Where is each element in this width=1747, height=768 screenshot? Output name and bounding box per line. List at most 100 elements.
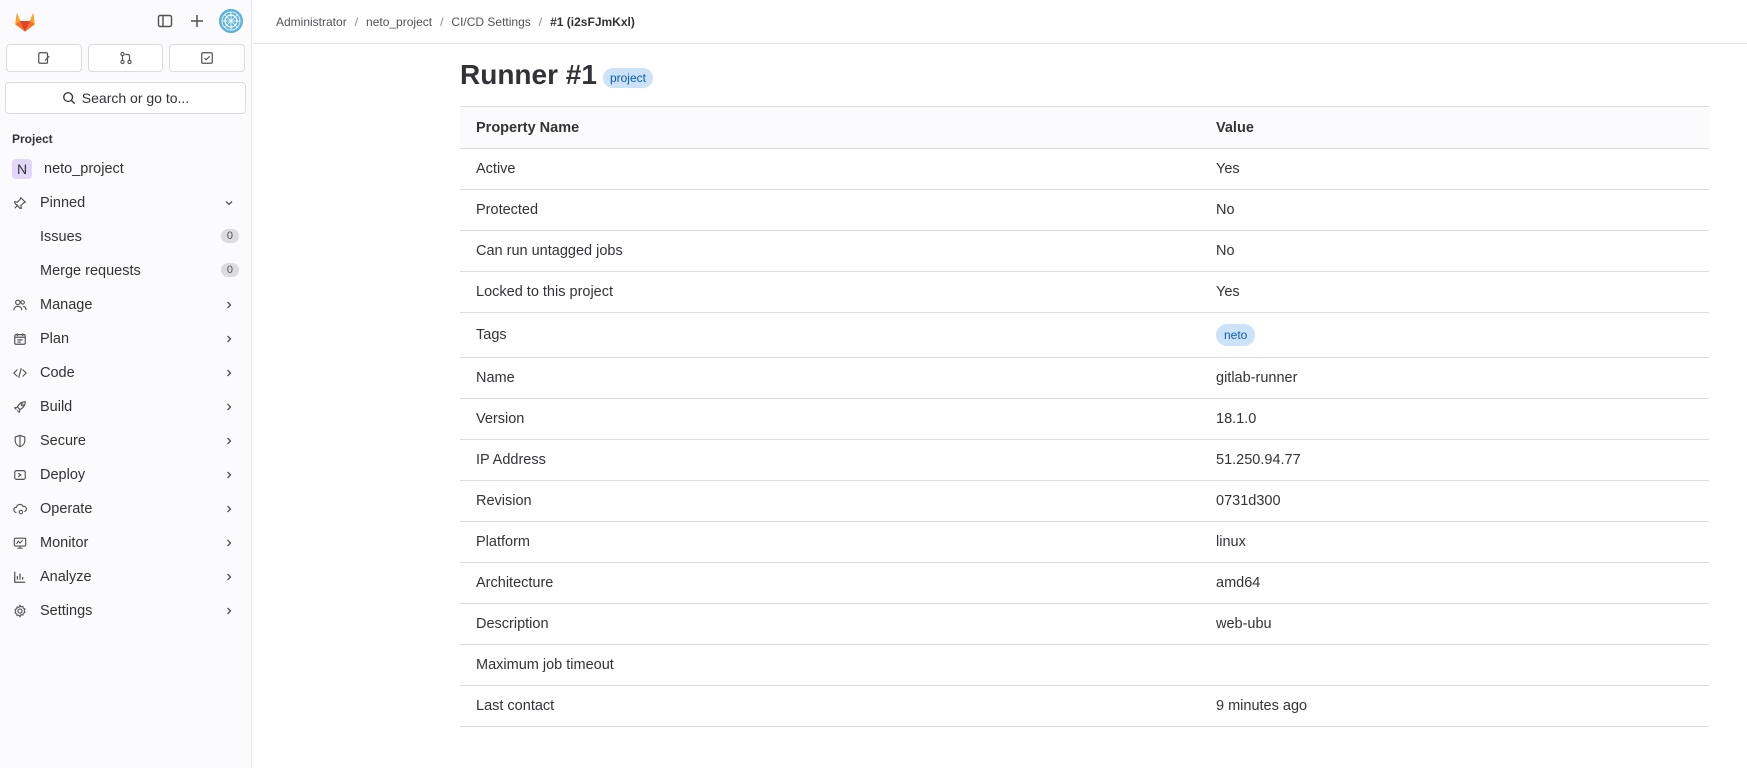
merge-requests-count-badge: 0 (220, 263, 239, 277)
monitor-icon (12, 535, 28, 551)
property-value: amd64 (1200, 562, 1709, 604)
assigned-issues-button[interactable] (6, 44, 82, 72)
merge-requests-button[interactable] (87, 44, 164, 72)
table-row: Maximum job timeout (460, 644, 1709, 686)
table-row: Architecture amd64 (460, 562, 1709, 604)
breadcrumb-project[interactable]: neto_project (366, 15, 432, 29)
chart-icon (12, 569, 28, 585)
breadcrumb: Administrator / neto_project / CI/CD Set… (253, 0, 1747, 44)
table-row: Locked to this project Yes (460, 271, 1709, 313)
breadcrumb-administrator[interactable]: Administrator (276, 15, 347, 29)
table-row: Can run untagged jobs No (460, 230, 1709, 272)
search-button[interactable]: Search or go to... (5, 82, 246, 114)
property-name: Protected (460, 189, 1200, 231)
sidebar-item-label: Build (40, 399, 73, 415)
property-value (1200, 644, 1709, 686)
sidebar-item-pinned[interactable]: Pinned (0, 186, 251, 220)
sidebar-item-label: Manage (40, 297, 93, 313)
table-row: Active Yes (460, 148, 1709, 190)
property-name: Name (460, 357, 1200, 399)
avatar[interactable] (219, 9, 243, 33)
table-row: Tags neto (460, 312, 1709, 358)
sidebar-nav: N neto_project Pinned Issues 0 Merge req… (0, 152, 251, 628)
property-name: Revision (460, 480, 1200, 522)
sidebar-toggle-icon[interactable] (149, 5, 181, 37)
planning-icon (12, 331, 28, 347)
breadcrumb-separator: / (440, 14, 444, 29)
project-avatar: N (12, 159, 32, 179)
sidebar-item-settings[interactable]: Settings (0, 594, 251, 628)
chevron-right-icon (223, 571, 235, 587)
issues-icon (37, 52, 50, 64)
table-row: Revision 0731d300 (460, 480, 1709, 522)
property-name: Platform (460, 521, 1200, 563)
shield-icon (12, 433, 28, 449)
chevron-right-icon (223, 503, 235, 519)
column-header-property: Property Name (460, 106, 1200, 149)
property-value: Yes (1200, 148, 1709, 190)
merge-request-icon (119, 51, 132, 65)
sidebar-item-label: Merge requests (40, 263, 141, 279)
search-icon (62, 92, 75, 105)
sidebar-item-label: Monitor (40, 535, 89, 551)
table-row: Description web-ubu (460, 603, 1709, 645)
issues-count-badge: 0 (220, 229, 239, 243)
property-name: Architecture (460, 562, 1200, 604)
sidebar-item-merge-requests[interactable]: Merge requests 0 (0, 254, 251, 288)
sidebar-item-secure[interactable]: Secure (0, 424, 251, 458)
property-name: Can run untagged jobs (460, 230, 1200, 272)
chevron-right-icon (223, 605, 235, 621)
property-name: Locked to this project (460, 271, 1200, 313)
breadcrumb-runner[interactable]: #1 (i2sFJmKxl) (550, 15, 635, 29)
property-name: Version (460, 398, 1200, 440)
runner-properties-table: Property Name Value Active Yes Protected N… (460, 106, 1709, 727)
property-value: neto (1200, 312, 1709, 358)
property-name: Last contact (460, 685, 1200, 727)
property-value: No (1200, 189, 1709, 231)
create-new-icon[interactable] (181, 5, 213, 37)
sidebar-item-label: Pinned (40, 195, 86, 211)
breadcrumb-cicd-settings[interactable]: CI/CD Settings (451, 15, 530, 29)
table-header-row: Property Name Value (460, 106, 1709, 149)
todo-button[interactable] (169, 44, 246, 72)
table-row: IP Address 51.250.94.77 (460, 439, 1709, 481)
todo-icon (201, 52, 214, 64)
column-header-value: Value (1200, 106, 1709, 149)
sidebar-item-operate[interactable]: Operate (0, 492, 251, 526)
cloud-gear-icon (12, 501, 28, 517)
sidebar-item-build[interactable]: Build (0, 390, 251, 424)
property-value: Yes (1200, 271, 1709, 313)
property-value: 51.250.94.77 (1200, 439, 1709, 481)
chevron-right-icon (223, 537, 235, 553)
chevron-right-icon (223, 469, 235, 485)
property-value: 0731d300 (1200, 480, 1709, 522)
sidebar-item-label: Analyze (40, 569, 92, 585)
rocket-icon (12, 399, 28, 415)
property-name: Description (460, 603, 1200, 645)
property-value: 18.1.0 (1200, 398, 1709, 440)
sidebar-item-label: Operate (40, 501, 93, 517)
sidebar-item-manage[interactable]: Manage (0, 288, 251, 322)
chevron-right-icon (223, 435, 235, 451)
sidebar-item-project[interactable]: N neto_project (0, 152, 251, 186)
sidebar-item-code[interactable]: Code (0, 356, 251, 390)
gitlab-logo-icon[interactable] (12, 8, 38, 34)
property-name: IP Address (460, 439, 1200, 481)
sidebar-item-monitor[interactable]: Monitor (0, 526, 251, 560)
runner-details: Runner #1 project Property Name Value Ac… (460, 44, 1709, 727)
sidebar-item-deploy[interactable]: Deploy (0, 458, 251, 492)
property-value: No (1200, 230, 1709, 272)
sidebar-item-label: Code (40, 365, 75, 381)
sidebar-item-issues[interactable]: Issues 0 (0, 220, 251, 254)
sidebar-item-analyze[interactable]: Analyze (0, 560, 251, 594)
sidebar-item-plan[interactable]: Plan (0, 322, 251, 356)
runner-tag-badge: neto (1216, 324, 1256, 346)
sidebar-item-label: Plan (40, 331, 70, 347)
table-row: Platform linux (460, 521, 1709, 563)
chevron-right-icon (223, 299, 235, 315)
sidebar: Search or go to... Project N neto_projec… (0, 0, 252, 768)
breadcrumb-separator: / (538, 14, 543, 29)
property-value: 9 minutes ago (1200, 685, 1709, 727)
property-value: web-ubu (1200, 603, 1709, 645)
property-name: Active (460, 148, 1200, 190)
